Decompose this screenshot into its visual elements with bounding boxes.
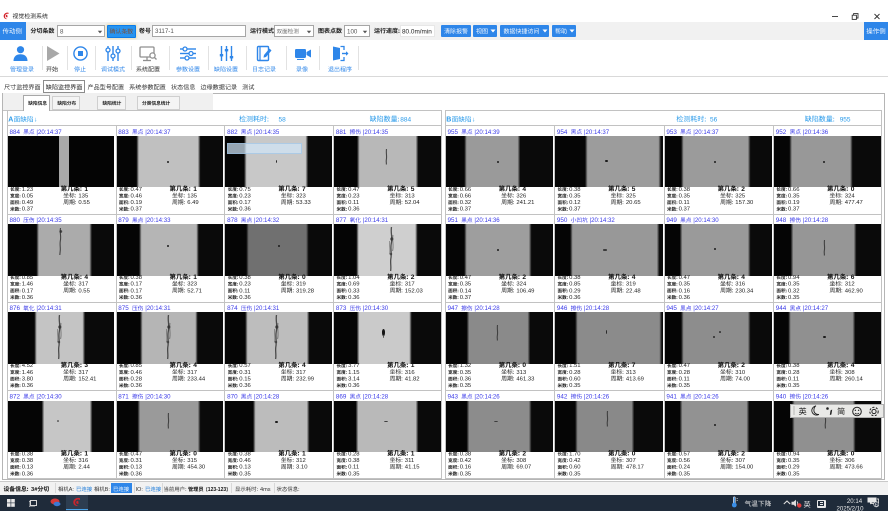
svg-text:6: 6: [875, 502, 878, 508]
